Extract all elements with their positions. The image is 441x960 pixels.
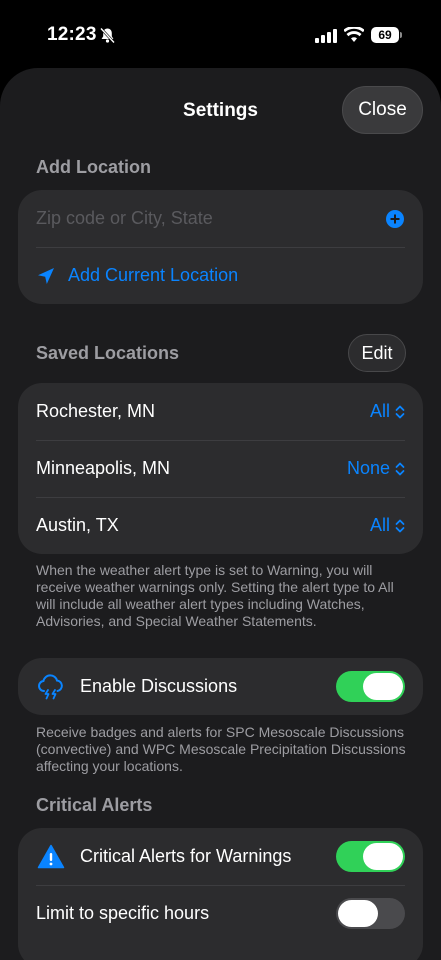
alert-type-select[interactable]: None	[347, 458, 405, 479]
saved-location-row[interactable]: Austin, TX All	[18, 497, 423, 554]
discussions-footnote: Receive badges and alerts for SPC Mesosc…	[36, 724, 406, 774]
alert-type-value: All	[369, 515, 390, 535]
alert-type-value: All	[369, 401, 390, 421]
critical-alerts-header: Critical Alerts	[36, 795, 153, 815]
warning-triangle-icon	[37, 844, 65, 868]
battery-tip	[400, 32, 402, 38]
limit-hours-label: Limit to specific hours	[36, 903, 210, 923]
location-search-input[interactable]: Zip code or City, State	[36, 208, 385, 229]
wifi-icon	[344, 27, 364, 42]
critical-warnings-row: Critical Alerts for Warnings	[18, 828, 423, 885]
edit-button[interactable]: Edit	[348, 334, 406, 372]
saved-locations-card: Rochester, MN All Minneapolis, MN None A…	[18, 383, 423, 554]
chevron-up-down-icon	[395, 519, 405, 532]
toggle-knob	[363, 673, 403, 700]
saved-location-row[interactable]: Rochester, MN All	[18, 383, 423, 440]
critical-warnings-label: Critical Alerts for Warnings	[80, 846, 292, 866]
battery-indicator: 69	[371, 27, 399, 43]
cloud-lightning-icon	[38, 673, 63, 699]
critical-alerts-card: Critical Alerts for Warnings Limit to sp…	[18, 828, 423, 960]
add-location-header: Add Location	[36, 157, 151, 177]
alert-type-select[interactable]: All	[370, 401, 405, 422]
status-time: 12:23	[47, 24, 97, 45]
location-name: Austin, TX	[36, 515, 119, 535]
location-search-row[interactable]: Zip code or City, State	[18, 190, 423, 247]
plus-circle-icon[interactable]	[385, 209, 405, 229]
alert-type-footnote: When the weather alert type is set to Wa…	[36, 562, 394, 629]
critical-warnings-toggle[interactable]	[336, 841, 405, 872]
add-current-location-label: Add Current Location	[68, 265, 239, 285]
toggle-knob	[363, 843, 403, 870]
discussions-card: Enable Discussions	[18, 658, 423, 715]
alert-type-value: None	[346, 458, 390, 478]
chevron-up-down-icon	[395, 405, 405, 418]
enable-discussions-row: Enable Discussions	[18, 658, 423, 715]
settings-sheet: Settings Close Add Location Zip code or …	[0, 68, 441, 960]
saved-location-row[interactable]: Minneapolis, MN None	[18, 440, 423, 497]
add-current-location-button[interactable]: Add Current Location	[18, 247, 423, 304]
enable-discussions-toggle[interactable]	[336, 671, 405, 702]
alert-type-select[interactable]: All	[370, 515, 405, 536]
saved-locations-header: Saved Locations	[36, 343, 180, 363]
add-location-card: Zip code or City, State Add Current Loca…	[18, 190, 423, 304]
location-arrow-icon	[38, 267, 54, 284]
close-button[interactable]: Close	[342, 86, 423, 134]
cellular-signal-icon	[315, 29, 337, 43]
limit-hours-row: Limit to specific hours	[18, 885, 423, 942]
bell-slash-icon	[100, 27, 115, 44]
status-bar: 12:23 69	[0, 0, 441, 64]
chevron-up-down-icon	[395, 462, 405, 475]
limit-hours-toggle[interactable]	[336, 898, 405, 929]
toggle-knob	[338, 900, 378, 927]
location-name: Minneapolis, MN	[36, 458, 171, 478]
location-name: Rochester, MN	[36, 401, 156, 421]
enable-discussions-label: Enable Discussions	[80, 676, 238, 696]
